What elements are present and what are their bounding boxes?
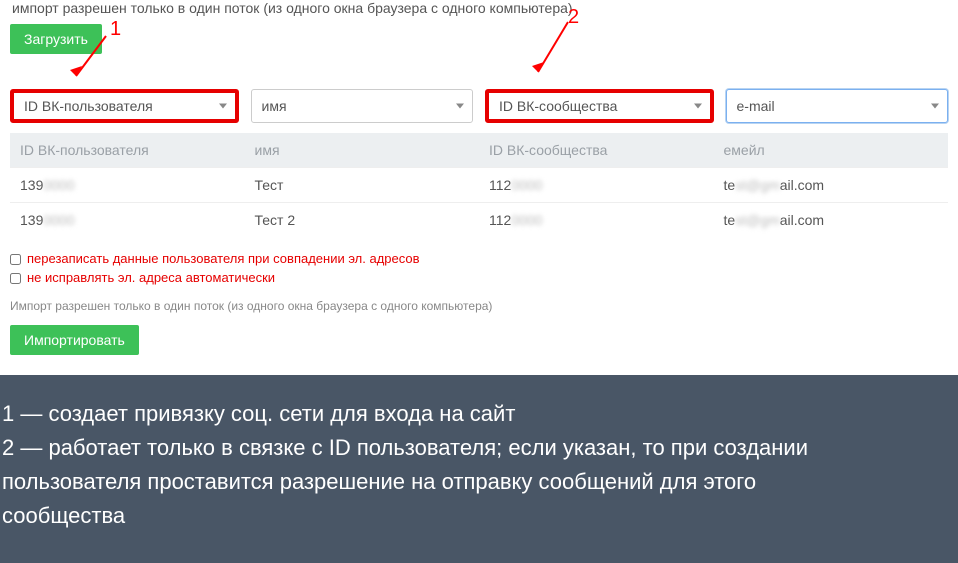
table-row: 1390000 Тест 1120000 test@gmail.com — [10, 167, 948, 202]
select-vk-user-id[interactable]: ID ВК-пользователя — [10, 89, 239, 123]
no-fix-email-checkbox[interactable] — [10, 273, 21, 284]
footer-line-4: сообщества — [0, 499, 958, 533]
select-label: ID ВК-пользователя — [24, 98, 153, 114]
chevron-down-icon — [931, 104, 939, 109]
import-button[interactable]: Импортировать — [10, 325, 139, 355]
import-note-small: Импорт разрешен только в один поток (из … — [10, 299, 948, 313]
select-label: имя — [262, 98, 287, 114]
col-header-vk-community: ID ВК-сообщества — [479, 133, 714, 167]
field-mapping-row: ID ВК-пользователя имя ID ВК-сообщества … — [10, 89, 948, 123]
chevron-down-icon — [456, 104, 464, 109]
table-header: ID ВК-пользователя имя ID ВК-сообщества … — [10, 133, 948, 167]
cell-vk-user: 1390000 — [10, 203, 245, 237]
select-name[interactable]: имя — [251, 89, 474, 123]
cell-email: test@gmail.com — [714, 203, 949, 237]
cell-vk-community: 1120000 — [479, 203, 714, 237]
annotation-2-arrow — [532, 22, 572, 85]
cell-name: Тест 2 — [245, 203, 480, 237]
preview-table: ID ВК-пользователя имя ID ВК-сообщества … — [10, 133, 948, 237]
footer-explanation: 1 — создает привязку соц. сети для входа… — [0, 375, 958, 563]
col-header-vk-user: ID ВК-пользователя — [10, 133, 245, 167]
col-header-name: имя — [245, 133, 480, 167]
overwrite-checkbox[interactable] — [10, 254, 21, 265]
option-no-fix-email: не исправлять эл. адреса автоматически — [10, 270, 948, 285]
footer-line-1: 1 — создает привязку соц. сети для входа… — [0, 397, 958, 431]
option-overwrite: перезаписать данные пользователя при сов… — [10, 251, 948, 266]
select-label: e-mail — [737, 98, 775, 114]
cell-email: test@gmail.com — [714, 168, 949, 202]
import-note-top: импорт разрешен только в один поток (из … — [12, 0, 948, 16]
select-label: ID ВК-сообщества — [499, 98, 617, 114]
load-button[interactable]: Загрузить — [10, 24, 102, 54]
chevron-down-icon — [694, 104, 702, 109]
cell-vk-user: 1390000 — [10, 168, 245, 202]
select-email[interactable]: e-mail — [726, 89, 949, 123]
import-options: перезаписать данные пользователя при сов… — [10, 251, 948, 285]
chevron-down-icon — [219, 104, 227, 109]
table-row: 1390000 Тест 2 1120000 test@gmail.com — [10, 202, 948, 237]
load-row: Загрузить 1 2 — [10, 24, 948, 54]
footer-line-3: пользователя проставится разрешение на о… — [0, 465, 958, 499]
import-panel: импорт разрешен только в один поток (из … — [0, 0, 958, 375]
col-header-email: емейл — [714, 133, 949, 167]
footer-line-2: 2 — работает только в связке с ID пользо… — [0, 431, 958, 465]
option-label: перезаписать данные пользователя при сов… — [27, 251, 420, 266]
cell-name: Тест — [245, 168, 480, 202]
cell-vk-community: 1120000 — [479, 168, 714, 202]
option-label: не исправлять эл. адреса автоматически — [27, 270, 275, 285]
select-vk-community-id[interactable]: ID ВК-сообщества — [485, 89, 714, 123]
annotation-1: 1 — [110, 18, 121, 41]
